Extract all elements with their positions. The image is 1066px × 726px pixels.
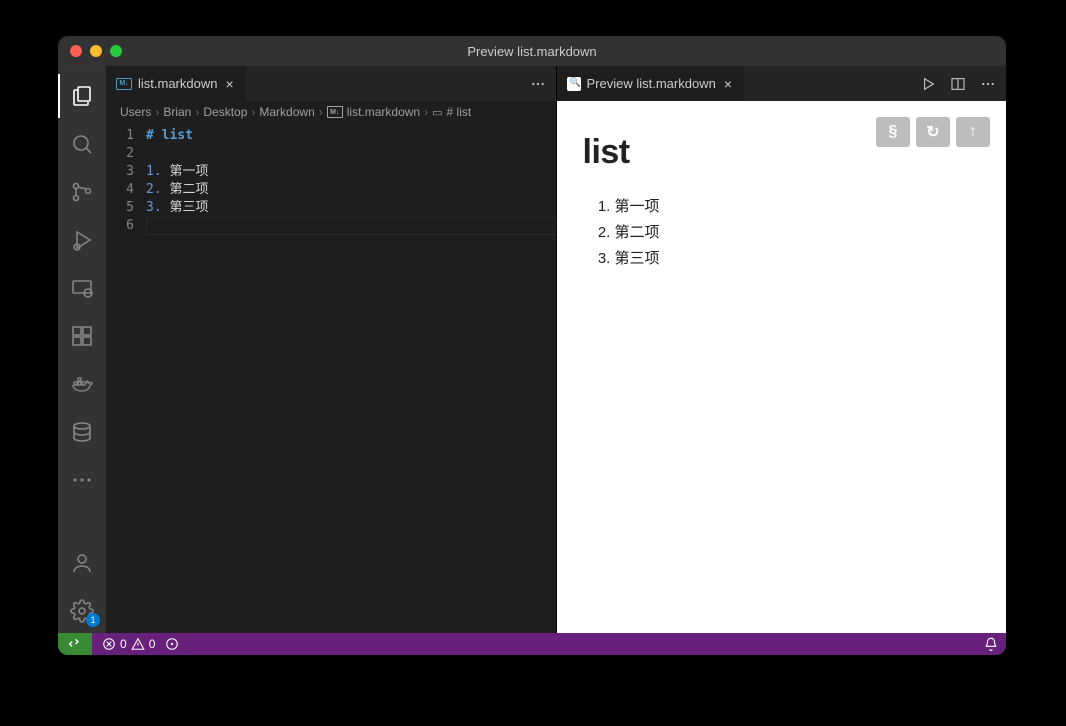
tab-row-left: M↓ list.markdown × bbox=[106, 66, 556, 101]
main-body: 1 M↓ list.markdown × Users › bbox=[58, 66, 1006, 633]
editor-group-left: M↓ list.markdown × Users › Brian › Desktop… bbox=[106, 66, 557, 633]
breadcrumb-item[interactable]: Users bbox=[120, 105, 151, 119]
tab-label: Preview list.markdown bbox=[587, 76, 716, 91]
breadcrumb-bar[interactable]: Users › Brian › Desktop › Markdown › M↓ list… bbox=[106, 101, 556, 123]
tab-close-icon[interactable]: × bbox=[223, 77, 235, 91]
code-line[interactable] bbox=[146, 145, 556, 163]
preview-list-item: 第一项 bbox=[615, 194, 981, 220]
search-icon[interactable] bbox=[58, 122, 106, 166]
preview-list-item: 第二项 bbox=[615, 220, 981, 246]
maximize-window-button[interactable] bbox=[110, 45, 122, 57]
warning-count: 0 bbox=[149, 637, 156, 651]
code-line[interactable]: 1. 第一项 bbox=[146, 163, 556, 181]
code-line[interactable]: 3. 第三项 bbox=[146, 199, 556, 217]
run-debug-icon[interactable] bbox=[58, 218, 106, 262]
header-symbol-icon: ▭ bbox=[432, 106, 442, 119]
tab-actions-right bbox=[910, 66, 1006, 101]
preview-toolbar: § ↻ ↑ bbox=[876, 117, 990, 147]
code-line[interactable]: 2. 第二项 bbox=[146, 181, 556, 199]
split-editor-icon[interactable] bbox=[950, 76, 966, 92]
error-count: 0 bbox=[120, 637, 127, 651]
tab-close-icon[interactable]: × bbox=[722, 77, 734, 91]
problems-status[interactable]: 0 0 bbox=[102, 637, 155, 651]
refresh-button[interactable]: ↻ bbox=[916, 117, 950, 147]
editor-area: M↓ list.markdown × Users › Brian › Desktop… bbox=[106, 66, 1006, 633]
markdown-file-icon: M↓ bbox=[327, 106, 343, 118]
minimize-window-button[interactable] bbox=[90, 45, 102, 57]
tab-list-markdown[interactable]: M↓ list.markdown × bbox=[106, 66, 247, 101]
breadcrumb-item[interactable]: # list bbox=[447, 105, 472, 119]
preview-ordered-list: 第一项第二项第三项 bbox=[583, 194, 981, 272]
code-content[interactable]: # list 1. 第一项2. 第二项3. 第三项 bbox=[146, 127, 556, 633]
window-controls bbox=[70, 45, 122, 57]
chevron-right-icon: › bbox=[319, 105, 323, 119]
markdown-file-icon: M↓ bbox=[116, 78, 132, 90]
more-actions-icon[interactable] bbox=[980, 76, 996, 92]
settings-badge: 1 bbox=[86, 613, 100, 627]
title-bar[interactable]: Preview list.markdown bbox=[58, 36, 1006, 66]
activity-bar: 1 bbox=[58, 66, 106, 633]
live-share-status[interactable] bbox=[165, 637, 179, 651]
breadcrumb-item[interactable]: Desktop bbox=[203, 105, 247, 119]
remote-explorer-icon[interactable] bbox=[58, 266, 106, 310]
code-editor[interactable]: 123456 # list 1. 第一项2. 第二项3. 第三项 bbox=[106, 123, 556, 633]
tab-actions-left bbox=[520, 66, 556, 101]
settings-icon[interactable]: 1 bbox=[58, 589, 106, 633]
database-icon[interactable] bbox=[58, 410, 106, 454]
tab-preview-markdown[interactable]: Preview list.markdown × bbox=[557, 66, 746, 101]
breadcrumb-item[interactable]: Brian bbox=[163, 105, 191, 119]
account-icon[interactable] bbox=[58, 541, 106, 585]
chevron-right-icon: › bbox=[155, 105, 159, 119]
preview-list-item: 第三项 bbox=[615, 246, 981, 272]
explorer-icon[interactable] bbox=[58, 74, 106, 118]
chevron-right-icon: › bbox=[195, 105, 199, 119]
close-window-button[interactable] bbox=[70, 45, 82, 57]
source-control-icon[interactable] bbox=[58, 170, 106, 214]
vscode-window: Preview list.markdown bbox=[58, 36, 1006, 655]
breadcrumb-item[interactable]: Markdown bbox=[259, 105, 314, 119]
line-number-gutter: 123456 bbox=[106, 127, 146, 633]
breadcrumb-item[interactable]: list.markdown bbox=[347, 105, 420, 119]
docker-icon[interactable] bbox=[58, 362, 106, 406]
code-line[interactable] bbox=[146, 217, 556, 235]
remote-indicator[interactable] bbox=[58, 633, 92, 655]
markdown-preview[interactable]: § ↻ ↑ list 第一项第二项第三项 bbox=[557, 101, 1007, 633]
tab-label: list.markdown bbox=[138, 76, 217, 91]
run-icon[interactable] bbox=[920, 76, 936, 92]
window-title: Preview list.markdown bbox=[58, 44, 1006, 59]
chevron-right-icon: › bbox=[251, 105, 255, 119]
status-bar: 0 0 bbox=[58, 633, 1006, 655]
editor-group-right: Preview list.markdown × § ↻ ↑ bbox=[557, 66, 1007, 633]
more-icon[interactable] bbox=[58, 458, 106, 502]
scroll-top-button[interactable]: ↑ bbox=[956, 117, 990, 147]
tab-row-right: Preview list.markdown × bbox=[557, 66, 1007, 101]
section-button[interactable]: § bbox=[876, 117, 910, 147]
notification-bell-icon[interactable] bbox=[984, 637, 998, 651]
code-line[interactable]: # list bbox=[146, 127, 556, 145]
preview-icon bbox=[567, 77, 581, 91]
more-actions-icon[interactable] bbox=[530, 76, 546, 92]
chevron-right-icon: › bbox=[424, 105, 428, 119]
extensions-icon[interactable] bbox=[58, 314, 106, 358]
